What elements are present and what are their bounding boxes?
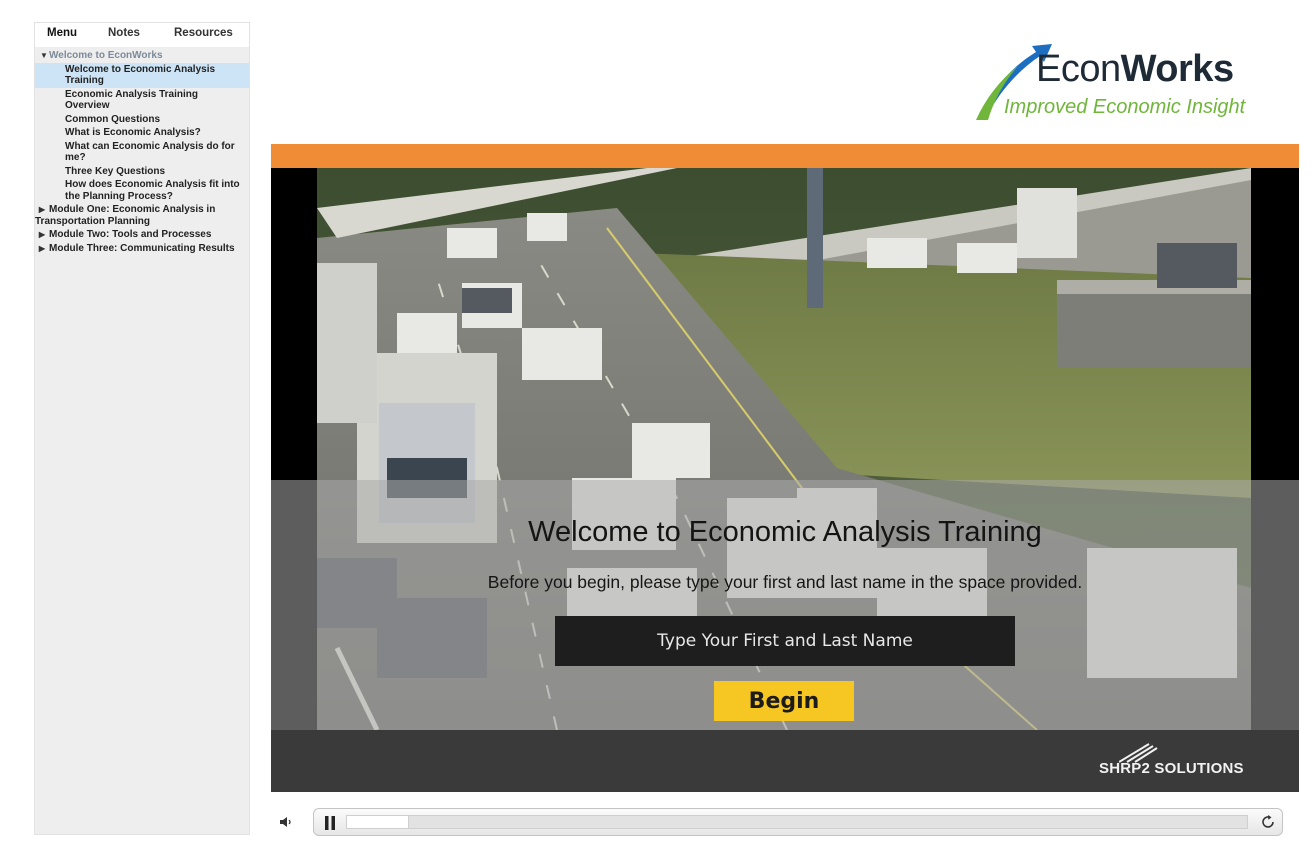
menu-item-label: Welcome to Economic Analysis Training (65, 63, 216, 87)
menu-item-label: How does Economic Analysis fit into the … (65, 179, 240, 202)
menu-item-label: Three Key Questions (65, 165, 166, 177)
slide-player: Welcome to Economic Analysis Training Be… (271, 144, 1299, 792)
tab-notes[interactable]: Notes (108, 27, 140, 39)
logo-tagline: Improved Economic Insight (1004, 96, 1246, 118)
menu-item-label: Economic Analysis Training Overview (65, 88, 198, 112)
menu-item-what-is-ea[interactable]: What is Economic Analysis? (35, 126, 249, 140)
econworks-logo: EconWorks Improved Economic Insight (974, 42, 1274, 124)
collapsed-triangle-icon: ▶ (38, 243, 46, 253)
begin-button[interactable]: Begin (714, 681, 854, 721)
menu-module-one[interactable]: ▶ Module One: Economic Analysis in Transp… (35, 203, 249, 228)
collapsed-triangle-icon: ▶ (38, 205, 46, 214)
menu-item-three-key-questions[interactable]: Three Key Questions (35, 165, 249, 179)
tab-resources[interactable]: Resources (174, 27, 233, 39)
progress-track[interactable] (346, 815, 1248, 829)
progress-fill (347, 816, 410, 828)
expanded-triangle-icon: ▼ (40, 51, 48, 60)
volume-icon[interactable] (279, 816, 293, 828)
shrp2-solutions-text: SHRP2 SOLUTIONS (1099, 760, 1244, 777)
menu-module-three[interactable]: ▶ Module Three: Communicating Results (35, 242, 249, 256)
sidebar-tabs: Menu Notes Resources (35, 23, 249, 47)
menu-item-planning-process[interactable]: How does Economic Analysis fit into the … (35, 178, 249, 203)
menu-item-label: Common Questions (65, 113, 161, 125)
pause-icon[interactable] (324, 816, 336, 830)
menu-item-common-questions[interactable]: Common Questions (35, 113, 249, 127)
menu-module-label: Module Three: Communicating Results (49, 242, 235, 254)
logo-name-regular: Econ (1036, 48, 1121, 90)
replay-icon[interactable] (1260, 814, 1276, 830)
sidebar: Menu Notes Resources ▼Welcome to EconWor… (34, 22, 250, 835)
menu-module-label: Module Two: Tools and Processes (49, 229, 212, 240)
menu-item-label: What is Economic Analysis? (65, 127, 201, 138)
menu-section-label: Welcome to EconWorks (49, 50, 163, 61)
slide-footer-bar: SHRP2 SOLUTIONS (271, 730, 1299, 792)
tab-menu[interactable]: Menu (47, 27, 77, 39)
logo-name-bold: Works (1120, 48, 1234, 90)
menu-section-welcome[interactable]: ▼Welcome to EconWorks (35, 49, 249, 63)
menu-item-label: What can Economic Analysis do for me? (65, 140, 235, 164)
name-input[interactable] (555, 616, 1015, 666)
progress-bar-container (313, 808, 1283, 836)
logo-title: EconWorks (1036, 48, 1234, 91)
playback-controls (271, 808, 1299, 838)
menu-tree: ▼Welcome to EconWorks Welcome to Economi… (35, 49, 249, 255)
menu-module-two[interactable]: ▶ Module Two: Tools and Processes (35, 228, 249, 242)
slide-header-bar (271, 144, 1299, 168)
shrp2-solutions-logo: SHRP2 SOLUTIONS (1093, 743, 1273, 780)
slide-title: Welcome to Economic Analysis Training (528, 516, 1042, 548)
menu-item-welcome-training[interactable]: Welcome to Economic Analysis Training (35, 62, 249, 88)
menu-module-label: Module One: Economic Analysis in Transpo… (35, 204, 216, 227)
menu-item-training-overview[interactable]: Economic Analysis Training Overview (35, 88, 249, 113)
slide-instructions: Before you begin, please type your first… (487, 572, 1083, 592)
collapsed-triangle-icon: ▶ (38, 230, 46, 239)
menu-item-what-can-ea-do[interactable]: What can Economic Analysis do for me? (35, 140, 249, 165)
